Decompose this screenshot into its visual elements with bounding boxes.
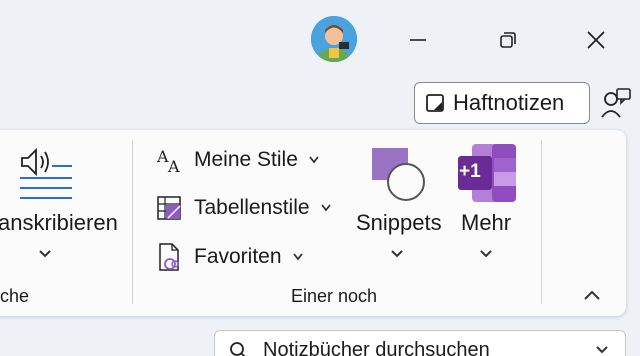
group-left-label: che <box>0 286 30 306</box>
group-label-einer-noch: Einer noch <box>291 286 378 306</box>
close-icon <box>587 31 605 49</box>
sticky-notes-label: Haftnotizen <box>453 90 565 115</box>
person-chat-icon <box>601 88 631 118</box>
close-button[interactable] <box>576 22 616 58</box>
favorites-page-icon <box>159 243 179 271</box>
sticky-note-icon <box>426 94 444 112</box>
chevron-down-icon <box>320 204 331 212</box>
more-badge: +1 <box>459 161 481 182</box>
dictate-speaker-icon <box>18 146 74 207</box>
search-chevron-icon[interactable] <box>595 345 609 355</box>
restore-button[interactable] <box>488 22 528 58</box>
minimize-icon <box>410 39 426 41</box>
chevron-down-icon <box>309 156 319 164</box>
collapse-ribbon-button[interactable] <box>582 288 602 307</box>
search-input[interactable]: Notizbücher durchsuchen <box>263 339 490 356</box>
table-styles-icon <box>157 196 181 220</box>
chevron-down-icon <box>292 253 303 261</box>
favorites-button[interactable]: Favoriten <box>156 242 304 272</box>
more-button[interactable]: Mehr <box>461 210 511 236</box>
snippets-button[interactable]: Snippets <box>356 210 442 236</box>
share-people-button[interactable] <box>596 84 636 122</box>
sticky-notes-button[interactable]: Haftnotizen <box>414 82 590 124</box>
snippets-icon <box>370 146 428 209</box>
more-chevron-icon[interactable] <box>479 246 493 264</box>
minimize-button[interactable] <box>398 22 438 58</box>
svg-text:A: A <box>167 157 180 174</box>
user-avatar[interactable] <box>311 16 357 62</box>
my-styles-button[interactable]: A A Meine Stile <box>156 146 320 174</box>
transcribe-button[interactable]: anskribieren <box>0 210 118 236</box>
ribbon-divider <box>132 140 133 304</box>
snippets-chevron-icon[interactable] <box>390 246 404 264</box>
transcribe-chevron-icon[interactable] <box>38 246 52 264</box>
ribbon-divider <box>541 140 542 304</box>
table-styles-button[interactable]: Tabellenstile <box>156 194 332 222</box>
chevron-up-icon <box>584 290 600 300</box>
notebook-search-box[interactable]: Notizbücher durchsuchen <box>214 330 626 356</box>
restore-icon <box>500 32 516 48</box>
styles-icon: A A <box>156 147 180 174</box>
search-icon <box>230 342 246 356</box>
